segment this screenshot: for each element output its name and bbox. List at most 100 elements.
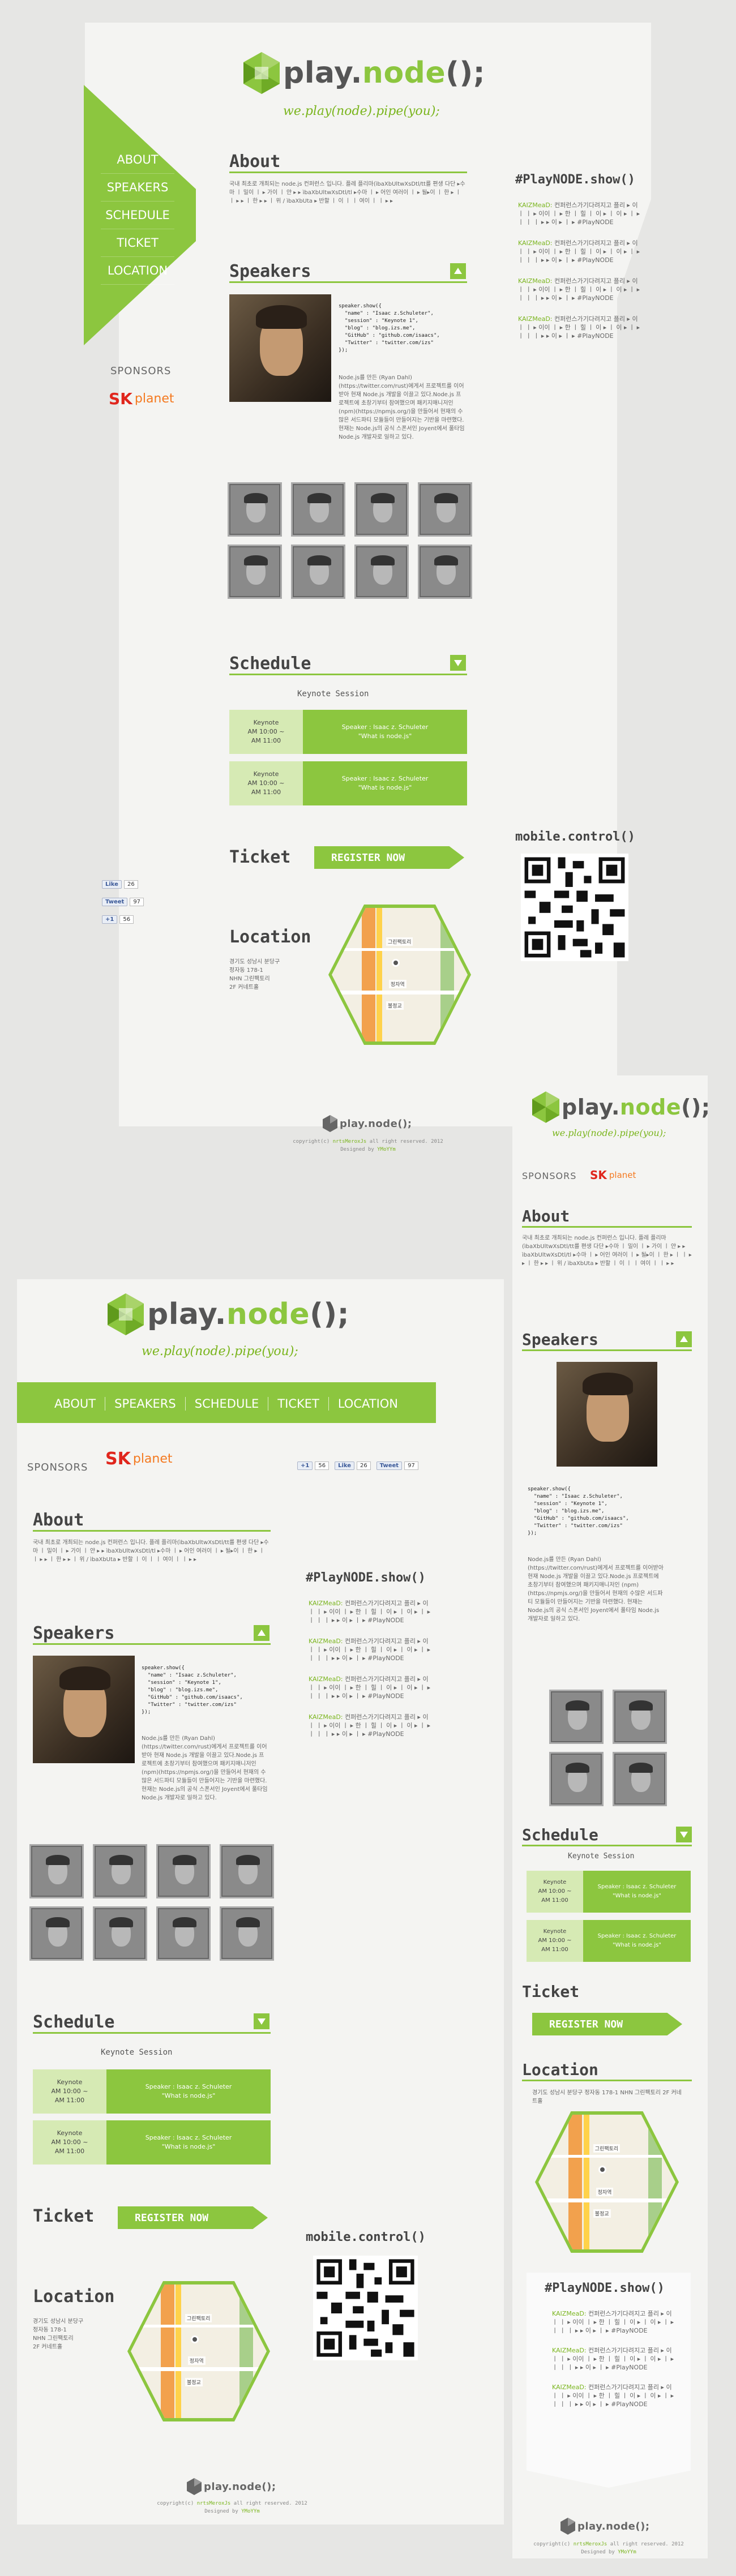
speaker-thumb[interactable]: [228, 482, 282, 537]
collapse-up-icon[interactable]: [254, 1625, 269, 1641]
schedule-row[interactable]: Keynote AM 10:00 ~ AM 11:00 Speaker : Is…: [527, 1871, 691, 1913]
speaker-photo: [557, 1362, 657, 1467]
schedule-rule: [229, 674, 467, 675]
about-rule: [522, 1226, 692, 1228]
speaker-thumb[interactable]: [291, 482, 345, 537]
tweet-button[interactable]: Tweet: [102, 898, 128, 906]
like-button[interactable]: Like: [102, 880, 122, 889]
logo[interactable]: play.node();: [532, 1091, 711, 1123]
footer-text: copyright(c) nrtsMeroxJs all right reser…: [533, 2541, 684, 2555]
logo[interactable]: play.node();: [108, 1293, 349, 1335]
register-now-button[interactable]: REGISTER NOW: [314, 846, 464, 869]
speaker-thumb[interactable]: [549, 1690, 604, 1744]
mobile-title: mobile.control(): [515, 830, 635, 844]
speaker-thumb[interactable]: [29, 1906, 84, 1961]
sk-planet-logo[interactable]: SK planet: [105, 1449, 173, 1469]
speaker-thumb[interactable]: [613, 1752, 667, 1806]
nav-location[interactable]: LOCATION: [101, 257, 174, 285]
speaker-thumb[interactable]: [228, 545, 282, 599]
speaker-thumb[interactable]: [93, 1906, 147, 1961]
logo[interactable]: play.node();: [243, 52, 485, 94]
schedule-session: Keynote Session: [101, 2048, 173, 2057]
speaker-code: speaker.show({ "name" : "Isaac z.Schulet…: [339, 303, 440, 353]
schedule-row[interactable]: Keynote AM 10:00 ~ AM 11:00 Speaker : Is…: [229, 761, 467, 805]
qr-code-icon[interactable]: [313, 2256, 418, 2360]
tweet-count: 97: [130, 898, 144, 906]
like-button[interactable]: Like: [335, 1461, 355, 1470]
nav-speakers[interactable]: SPEAKERS: [105, 1397, 186, 1411]
footer-logo[interactable]: play.node();: [187, 2478, 276, 2495]
collapse-down-icon[interactable]: [676, 1827, 692, 1842]
speaker-photo: [33, 1656, 135, 1763]
nav-about[interactable]: ABOUT: [101, 146, 174, 174]
nav-speakers[interactable]: SPEAKERS: [101, 174, 174, 202]
speaker-photo: [229, 294, 331, 402]
register-now-button[interactable]: REGISTER NOW: [532, 2013, 682, 2035]
collapse-down-icon[interactable]: [254, 2013, 269, 2029]
collapse-up-icon[interactable]: [450, 263, 466, 279]
schedule-rule: [522, 1845, 692, 1846]
speaker-thumb[interactable]: [220, 1844, 274, 1898]
schedule-row[interactable]: Keynote AM 10:00 ~ AM 11:00 Speaker : Is…: [33, 2120, 271, 2164]
schedule-row[interactable]: Keynote AM 10:00 ~ AM 11:00 Speaker : Is…: [229, 710, 467, 754]
speaker-thumb[interactable]: [354, 545, 409, 599]
side-nav: ABOUT SPEAKERS SCHEDULE TICKET LOCATION: [101, 146, 174, 285]
about-title: About: [33, 1510, 84, 1530]
speaker-thumb[interactable]: [220, 1906, 274, 1961]
schedule-row[interactable]: Keynote AM 10:00 ~ AM 11:00 Speaker : Is…: [527, 1920, 691, 1962]
nav-ticket[interactable]: TICKET: [268, 1397, 329, 1411]
location-address: 경기도 성남시 분당구 정자동 178-1 NHN 그린팩토리 2F 커네트홀: [229, 959, 280, 991]
speaker-thumb[interactable]: [354, 482, 409, 537]
nav-about[interactable]: ABOUT: [45, 1397, 106, 1411]
tweet-list: KAIZMeaD: 컨퍼런스가기다려지고 플리 ▸ 이 ㅣ ㅣ ▸ 이이 ㅣ ▸…: [552, 2310, 674, 2408]
speaker-thumb[interactable]: [156, 1906, 211, 1961]
qr-code-icon[interactable]: [521, 854, 628, 961]
speaker-thumb[interactable]: [29, 1844, 84, 1898]
location-rule: [522, 2080, 692, 2081]
logo-hex-icon: [108, 1293, 144, 1335]
tagline: we.play(node).pipe(you);: [552, 1128, 666, 1138]
register-now-button[interactable]: REGISTER NOW: [118, 2206, 268, 2229]
footer-logo[interactable]: play.node();: [560, 2518, 650, 2535]
nav-ticket[interactable]: TICKET: [101, 229, 174, 257]
collapse-up-icon[interactable]: [676, 1331, 692, 1347]
nav-schedule[interactable]: SCHEDULE: [101, 202, 174, 229]
map-pin-icon: [391, 958, 400, 967]
about-text: 국내 최초로 개최되는 node.js 컨퍼런스 입니다. 플레 플리마(ìba…: [229, 181, 465, 204]
speaker-thumb[interactable]: [549, 1752, 604, 1806]
sk-planet-logo[interactable]: SK planet: [109, 389, 174, 408]
ticket-title: Ticket: [522, 1982, 580, 2001]
schedule-session: Keynote Session: [568, 1852, 635, 1861]
speakers-rule: [229, 281, 467, 283]
footer-logo-icon: [323, 1115, 337, 1132]
speaker-thumb[interactable]: [418, 545, 472, 599]
footer-logo[interactable]: play.node();: [323, 1115, 412, 1132]
collapse-down-icon[interactable]: [450, 655, 466, 671]
tweet-button[interactable]: Tweet: [376, 1461, 403, 1470]
speaker-thumb[interactable]: [156, 1844, 211, 1898]
twitter-title: #PlayNODE.show(): [306, 1571, 426, 1585]
speakers-rule: [33, 1643, 271, 1645]
speakers-title: Speakers: [229, 262, 311, 281]
sk-planet-logo[interactable]: SK planet: [590, 1168, 636, 1182]
social-buttons: +1 56 Like 26 Tweet 97: [297, 1461, 418, 1470]
schedule-row[interactable]: Keynote AM 10:00 ~ AM 11:00 Speaker : Is…: [33, 2069, 271, 2114]
plus-one-button[interactable]: +1: [297, 1461, 313, 1470]
logo-text: play.node();: [562, 1095, 711, 1120]
schedule-rule: [33, 2032, 271, 2034]
about-rule: [33, 1530, 271, 1532]
nav-schedule[interactable]: SCHEDULE: [186, 1397, 269, 1411]
plus-one-button[interactable]: +1: [102, 915, 118, 924]
sponsors-label: SPONSORS: [522, 1171, 577, 1181]
speaker-thumb[interactable]: [418, 482, 472, 537]
nav-location[interactable]: LOCATION: [329, 1397, 407, 1411]
speaker-bio: Node.js를 만든 (Ryan Dahl)(https://twitter.…: [339, 375, 465, 440]
speaker-thumb[interactable]: [93, 1844, 147, 1898]
speakers-title: Speakers: [522, 1330, 598, 1349]
twitter-title: #PlayNODE.show(): [515, 173, 635, 187]
about-title: About: [522, 1207, 570, 1225]
speaker-thumb[interactable]: [613, 1690, 667, 1744]
tweet-list: KAIZMeaD: 컨퍼런스가기다려지고 플리 ▸ 이 ㅣ ㅣ ▸ 이이 ㅣ ▸…: [309, 1600, 431, 1738]
footer-logo-icon: [187, 2478, 202, 2495]
speaker-thumb[interactable]: [291, 545, 345, 599]
